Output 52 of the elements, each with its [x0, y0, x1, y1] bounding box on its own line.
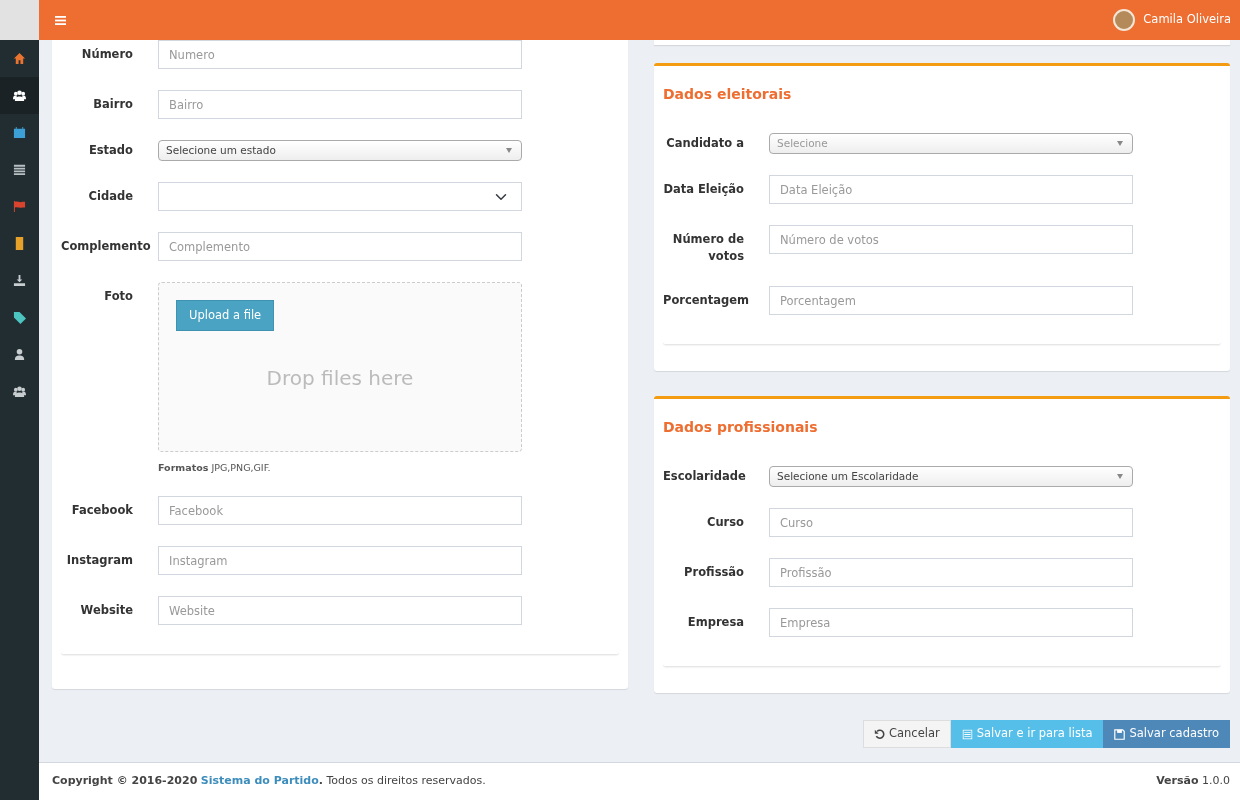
- undo-icon: [873, 728, 885, 740]
- select-field[interactable]: [158, 182, 522, 211]
- section-title: Dados profissionais: [663, 418, 819, 437]
- input-field[interactable]: Facebook: [158, 496, 522, 526]
- field-label: Bairro: [92, 96, 134, 113]
- save-button[interactable]: Salvar cadastro: [1103, 720, 1230, 748]
- logo-area: [0, 0, 39, 40]
- version-text: Versão 1.0.0: [1156, 773, 1230, 790]
- save-button[interactable]: Salvar e ir para lista: [950, 720, 1104, 748]
- field-label: Cidade: [87, 188, 134, 205]
- user-avatar[interactable]: [1113, 9, 1136, 31]
- input-field[interactable]: Numero: [158, 40, 522, 69]
- input-field[interactable]: Empresa: [769, 608, 1133, 637]
- field-label: Estado: [87, 142, 134, 159]
- field-label: Profissão: [683, 564, 745, 581]
- select-field[interactable]: Selecione um Escolaridade: [769, 466, 1133, 487]
- drop-text: Drop files here: [266, 365, 414, 393]
- upload-button[interactable]: Upload a file: [176, 300, 275, 332]
- input-field[interactable]: Complemento: [158, 232, 522, 261]
- input-field[interactable]: Curso: [769, 508, 1133, 537]
- field-label: Facebook: [70, 502, 134, 520]
- user-name[interactable]: Camila Oliveira: [1143, 11, 1231, 29]
- site-link[interactable]: Sistema do Partido: [200, 774, 319, 788]
- field-label: Empresa: [686, 614, 745, 631]
- section-title: Dados eleitorais: [663, 85, 793, 104]
- input-field[interactable]: Porcentagem: [769, 286, 1133, 315]
- select-field[interactable]: Selecione: [769, 133, 1133, 154]
- input-field[interactable]: Número de votos: [769, 225, 1133, 254]
- formats-hint: Formatos JPG,PNG,GIF.: [158, 461, 272, 475]
- field-label: Instagram: [65, 552, 134, 570]
- input-field[interactable]: Instagram: [158, 546, 522, 576]
- cancel-button[interactable]: Cancelar: [862, 720, 951, 748]
- menu-icon[interactable]: [55, 15, 66, 25]
- field-label: Curso: [705, 514, 745, 531]
- field-label: Website: [79, 602, 134, 620]
- sidebar-item[interactable]: [0, 77, 39, 114]
- input-field[interactable]: Website: [158, 596, 522, 626]
- field-label: Candidato a: [665, 135, 745, 152]
- field-label: Complemento: [61, 238, 152, 255]
- drop-zone[interactable]: Upload a file Drop files here: [158, 282, 522, 452]
- field-label: Data Eleição: [663, 181, 745, 198]
- select-field[interactable]: Selecione um estado: [158, 140, 522, 161]
- copyright-text: Copyright © 2016-2020 Sistema do Partido. Todos os direitos reservados.: [52, 773, 486, 790]
- field-label: Porcentagem: [663, 292, 751, 309]
- field-label: Número: [80, 46, 134, 63]
- field-label: Escolaridade: [663, 468, 747, 485]
- input-field[interactable]: Data Eleição: [769, 175, 1133, 204]
- input-field[interactable]: Bairro: [158, 90, 522, 119]
- list-icon: [961, 728, 973, 740]
- field-label: Foto: [103, 288, 134, 305]
- input-field[interactable]: Profissão: [769, 558, 1133, 587]
- field-label: Número de votos: [671, 231, 745, 265]
